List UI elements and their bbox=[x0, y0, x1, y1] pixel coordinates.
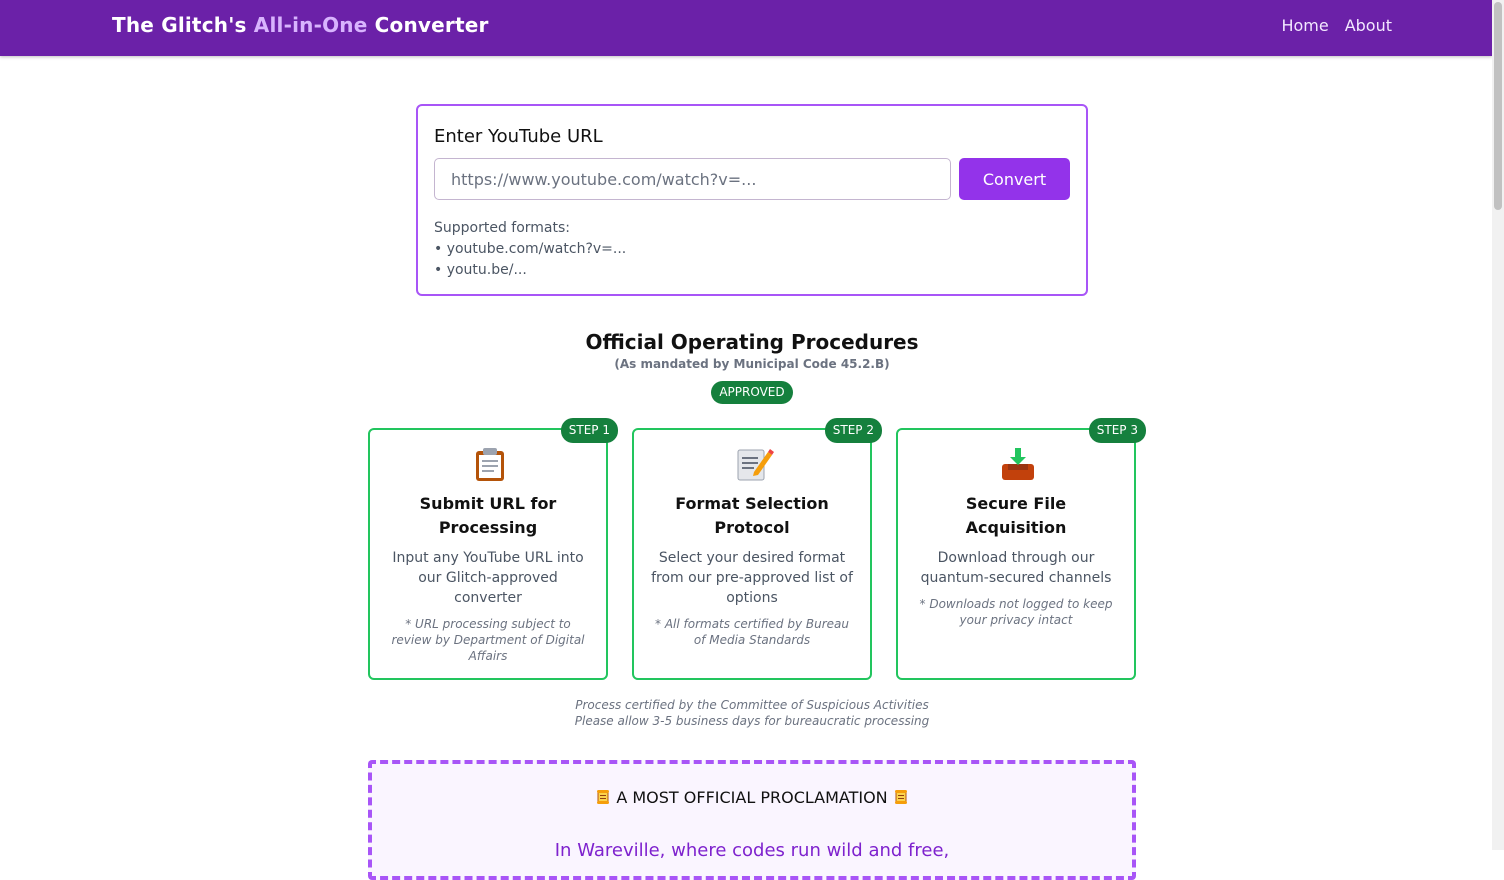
nav-link-about[interactable]: About bbox=[1345, 16, 1392, 35]
format-item: • youtube.com/watch?v=... bbox=[434, 241, 627, 257]
proclamation-verse-line: In Wareville, where codes run wild and f… bbox=[554, 840, 950, 861]
procedures-title: Official Operating Procedures bbox=[585, 330, 919, 354]
step-card-1: STEP 1 Submit URL for Processing Input a… bbox=[368, 418, 618, 680]
top-navbar: The Glitch's All-in-One Converter Home A… bbox=[0, 0, 1492, 56]
step-description: Input any YouTube URL into our Glitch-ap… bbox=[392, 550, 584, 606]
step-note: * Downloads not logged to keep your priv… bbox=[919, 597, 1113, 627]
memo-icon bbox=[634, 446, 870, 482]
step-badge: STEP 3 bbox=[1088, 418, 1146, 443]
procedures-subtitle: (As mandated by Municipal Code 45.2.B) bbox=[614, 357, 890, 371]
nav-link-home[interactable]: Home bbox=[1281, 16, 1328, 35]
format-item: • youtu.be/... bbox=[434, 262, 527, 278]
url-converter-card: Enter YouTube URL Convert Supported form… bbox=[416, 104, 1088, 296]
step-description: Select your desired format from our pre-… bbox=[651, 550, 853, 606]
clipboard-icon bbox=[370, 446, 606, 482]
step-card-3: STEP 3 Secure File Acquisition Download … bbox=[896, 418, 1146, 680]
approved-badge: APPROVED bbox=[711, 381, 793, 404]
scroll-icon bbox=[893, 788, 909, 807]
scroll-icon bbox=[595, 788, 616, 807]
nav-links: Home About bbox=[1281, 16, 1392, 35]
certification-note: Process certified by the Committee of Su… bbox=[0, 697, 1504, 729]
step-card-2: STEP 2 Format Selection Protocol Select … bbox=[632, 418, 882, 680]
proclamation-box: A MOST OFFICIAL PROCLAMATION In Warevill… bbox=[368, 760, 1136, 880]
proclamation-title-text: A MOST OFFICIAL PROCLAMATION bbox=[616, 788, 888, 807]
proclamation-title: A MOST OFFICIAL PROCLAMATION bbox=[372, 788, 1132, 807]
youtube-url-input[interactable] bbox=[434, 158, 951, 200]
supported-formats: Supported formats: • youtube.com/watch?v… bbox=[434, 218, 626, 281]
brand-logo-text[interactable]: The Glitch's All-in-One Converter bbox=[112, 13, 489, 37]
step-badge: STEP 1 bbox=[560, 418, 618, 443]
step-note: * All formats certified by Bureau of Med… bbox=[655, 617, 849, 647]
step-title: Submit URL for Processing bbox=[419, 494, 557, 537]
supported-formats-title: Supported formats: bbox=[434, 220, 571, 236]
step-title: Secure File Acquisition bbox=[965, 494, 1067, 537]
step-badge: STEP 2 bbox=[824, 418, 882, 443]
brand-suffix: Converter bbox=[367, 13, 489, 37]
step-title: Format Selection Protocol bbox=[675, 494, 829, 537]
brand-highlight: All-in-One bbox=[253, 13, 368, 37]
processing-time-line: Please allow 3-5 business days for burea… bbox=[574, 714, 930, 728]
step-note: * URL processing subject to review by De… bbox=[391, 617, 585, 663]
scrollbar-thumb[interactable] bbox=[1494, 2, 1502, 210]
inbox-download-icon bbox=[898, 446, 1134, 482]
brand-prefix: The Glitch's bbox=[112, 13, 254, 37]
url-input-label: Enter YouTube URL bbox=[434, 126, 603, 147]
convert-button[interactable]: Convert bbox=[959, 158, 1070, 200]
certification-line: Process certified by the Committee of Su… bbox=[575, 698, 929, 712]
step-description: Download through our quantum-secured cha… bbox=[920, 550, 1112, 586]
